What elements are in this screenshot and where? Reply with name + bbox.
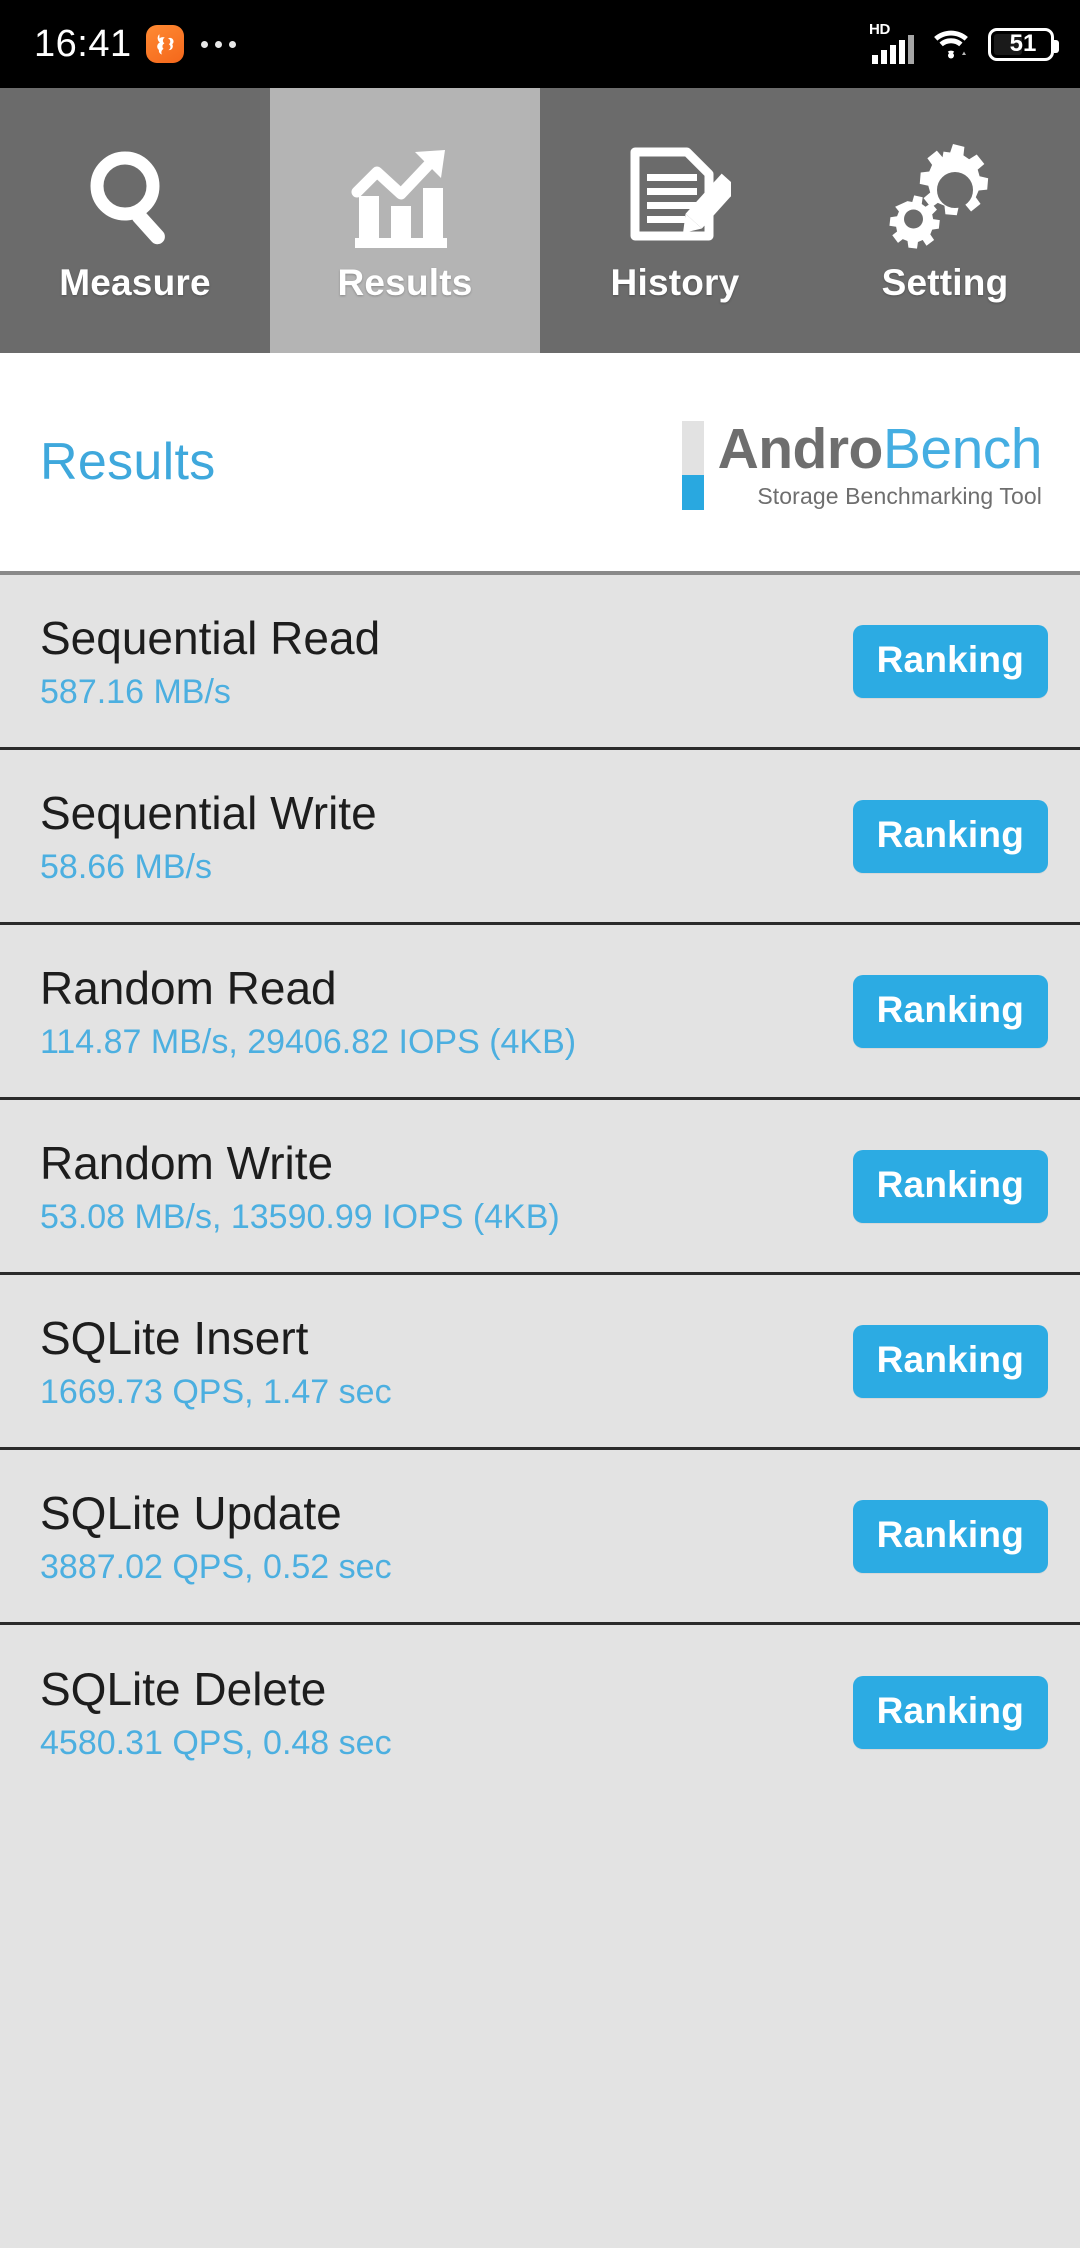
ranking-button[interactable]: Ranking [852,624,1048,698]
row-texts: SQLite Delete 4580.31 QPS, 0.48 sec [40,1662,392,1763]
status-bar: 16:41 HD 51 [0,0,1080,88]
uc-browser-icon [145,25,184,63]
table-row[interactable]: Random Write 53.08 MB/s, 13590.99 IOPS (… [0,1100,1080,1275]
benchmark-value: 3887.02 QPS, 0.52 sec [40,1547,392,1586]
logo-tagline: Storage Benchmarking Tool [757,482,1042,509]
ranking-button[interactable]: Ranking [852,974,1048,1048]
tab-results-label: Results [337,261,473,303]
table-row[interactable]: SQLite Update 3887.02 QPS, 0.52 sec Rank… [0,1450,1080,1625]
page-header: Results AndroBench Storage Benchmarking … [0,353,1080,575]
logo-word-andro: Andro [717,416,884,481]
benchmark-value: 114.87 MB/s, 29406.82 IOPS (4KB) [40,1022,577,1061]
table-row[interactable]: Random Read 114.87 MB/s, 29406.82 IOPS (… [0,925,1080,1100]
benchmark-name: SQLite Update [40,1486,342,1539]
battery-icon: 51 [988,27,1059,61]
row-texts: Sequential Write 58.66 MB/s [40,786,377,887]
benchmark-name: Sequential Write [40,786,377,839]
row-texts: SQLite Update 3887.02 QPS, 0.52 sec [40,1486,392,1587]
benchmark-value: 4580.31 QPS, 0.48 sec [40,1724,392,1762]
benchmark-value: 587.16 MB/s [40,672,231,711]
table-row[interactable]: SQLite Delete 4580.31 QPS, 0.48 sec Rank… [0,1625,1080,1800]
status-bar-clock: 16:41 [34,22,132,65]
empty-list-area [0,1800,1080,2248]
benchmark-value: 1669.73 QPS, 1.47 sec [40,1372,392,1411]
bar-chart-icon [349,138,461,258]
table-row[interactable]: Sequential Write 58.66 MB/s Ranking [0,750,1080,925]
row-texts: Sequential Read 587.16 MB/s [40,611,380,712]
benchmark-name: SQLite Delete [40,1663,327,1715]
gears-icon [889,138,1001,258]
androbench-logo: AndroBench Storage Benchmarking Tool [681,415,1043,510]
row-texts: Random Write 53.08 MB/s, 13590.99 IOPS (… [40,1136,560,1237]
row-texts: Random Read 114.87 MB/s, 29406.82 IOPS (… [40,961,576,1062]
status-bar-right: HD 51 [869,21,1059,64]
signal-bars-icon: HD [869,21,914,64]
row-texts: SQLite Insert 1669.73 QPS, 1.47 sec [40,1311,392,1412]
tab-setting-label: Setting [881,261,1009,303]
ranking-button[interactable]: Ranking [852,1324,1048,1398]
benchmark-name: Sequential Read [40,611,381,664]
magnifier-icon [81,138,189,258]
app-screen: 16:41 HD 51 Measure Results History Sett… [0,0,1080,2248]
tab-setting[interactable]: Setting [810,88,1080,353]
more-dots-icon [200,40,236,48]
tab-measure[interactable]: Measure [0,88,270,353]
tab-history-label: History [610,261,740,303]
battery-percent-label: 51 [1009,30,1037,57]
benchmark-value: 53.08 MB/s, 13590.99 IOPS (4KB) [40,1197,560,1236]
tab-results[interactable]: Results [270,88,540,353]
ranking-button[interactable]: Ranking [852,799,1048,873]
logo-accent-bar [681,420,704,510]
table-row[interactable]: Sequential Read 587.16 MB/s Ranking [0,575,1080,750]
logo-text: AndroBench Storage Benchmarking Tool [718,420,1043,510]
benchmark-value: 58.66 MB/s [40,847,212,886]
wifi-icon [931,27,971,61]
benchmark-name: Random Read [40,961,337,1014]
main-tab-bar: Measure Results History Setting [0,88,1080,353]
tab-measure-label: Measure [59,261,211,303]
benchmark-name: Random Write [40,1136,334,1189]
network-type-label: HD [869,21,891,38]
status-bar-left: 16:41 [34,23,236,66]
logo-wordmark: AndroBench [718,420,1043,478]
logo-word-bench: Bench [882,416,1043,481]
results-list: Sequential Read 587.16 MB/s Ranking Sequ… [0,575,1080,1800]
tab-history[interactable]: History [540,88,810,353]
ranking-button[interactable]: Ranking [852,1676,1048,1749]
document-pencil-icon [619,138,731,258]
page-title: Results [40,433,216,491]
ranking-button[interactable]: Ranking [852,1149,1048,1223]
ranking-button[interactable]: Ranking [852,1499,1048,1573]
table-row[interactable]: SQLite Insert 1669.73 QPS, 1.47 sec Rank… [0,1275,1080,1450]
benchmark-name: SQLite Insert [40,1311,309,1364]
